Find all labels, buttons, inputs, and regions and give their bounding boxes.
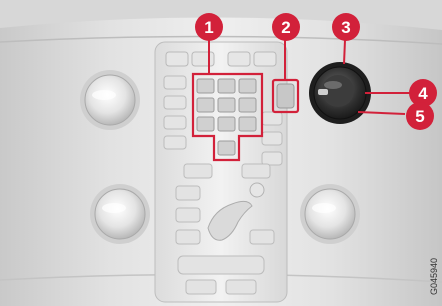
callout-1: 1 xyxy=(195,13,223,41)
svg-text:5: 5 xyxy=(415,107,424,126)
image-code: G045940 xyxy=(429,258,439,295)
left-lower-knob[interactable] xyxy=(90,184,150,244)
svg-text:2: 2 xyxy=(281,18,290,37)
right-button-column xyxy=(261,111,283,166)
callout-5: 5 xyxy=(406,102,434,130)
svg-text:4: 4 xyxy=(418,84,428,103)
svg-text:3: 3 xyxy=(341,18,350,37)
callout-3: 3 xyxy=(332,13,360,41)
console-photo: 1 2 3 4 5 G045940 xyxy=(0,0,442,306)
callout-2: 2 xyxy=(272,13,300,41)
right-lower-knob[interactable] xyxy=(300,184,360,244)
highlighted-control-knob[interactable] xyxy=(309,62,371,124)
svg-text:1: 1 xyxy=(204,18,213,37)
left-upper-knob[interactable] xyxy=(80,70,140,130)
button-2-key[interactable] xyxy=(276,83,295,109)
